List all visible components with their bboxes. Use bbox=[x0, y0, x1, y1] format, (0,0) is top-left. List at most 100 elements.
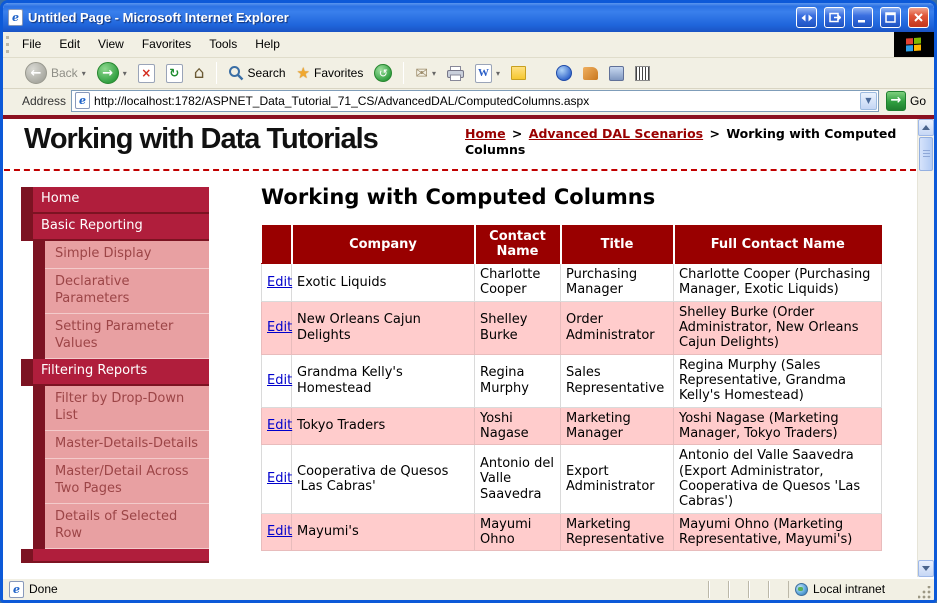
table-row: Edit New Orleans Cajun Delights Shelley … bbox=[261, 300, 882, 355]
forward-button[interactable]: → ▾ bbox=[94, 60, 130, 86]
menu-edit[interactable]: Edit bbox=[50, 32, 89, 57]
edit-link[interactable]: Edit bbox=[267, 275, 292, 290]
scroll-up-button[interactable] bbox=[918, 119, 934, 136]
sidebar-strip bbox=[33, 386, 45, 431]
stop-button[interactable]: × bbox=[135, 62, 158, 85]
title-cell: Marketing Representative bbox=[560, 512, 674, 552]
discuss-note-icon bbox=[510, 66, 526, 80]
menu-file[interactable]: File bbox=[13, 32, 50, 57]
menu-favorites[interactable]: Favorites bbox=[133, 32, 200, 57]
scroll-track[interactable] bbox=[918, 172, 934, 560]
edit-link[interactable]: Edit bbox=[267, 418, 292, 433]
search-button[interactable]: Search bbox=[225, 63, 289, 83]
address-input[interactable] bbox=[94, 93, 856, 108]
resize-horizontal-button[interactable] bbox=[796, 7, 817, 28]
full-contact-cell: Charlotte Cooper (Purchasing Manager, Ex… bbox=[673, 263, 882, 302]
table-header-row: Company Contact Name Title Full Contact … bbox=[261, 225, 882, 264]
breadcrumb-home-link[interactable]: Home bbox=[465, 126, 506, 141]
snagit-icon bbox=[582, 66, 598, 80]
messenger-button[interactable] bbox=[553, 63, 575, 83]
popout-button[interactable] bbox=[824, 7, 845, 28]
scroll-down-button[interactable] bbox=[918, 560, 934, 577]
forward-dropdown-icon[interactable]: ▾ bbox=[123, 69, 127, 78]
back-dropdown-icon[interactable]: ▾ bbox=[82, 69, 86, 78]
vertical-scrollbar[interactable] bbox=[917, 119, 934, 577]
resize-grip[interactable] bbox=[918, 586, 931, 599]
edit-link[interactable]: Edit bbox=[267, 471, 292, 486]
title-cell: Export Administrator bbox=[560, 444, 674, 514]
favorites-star-icon: ★ bbox=[296, 64, 310, 82]
web-page: Working with Data Tutorials Home > Advan… bbox=[3, 119, 917, 577]
edit-link[interactable]: Edit bbox=[267, 373, 292, 388]
menu-tools[interactable]: Tools bbox=[200, 32, 246, 57]
refresh-button[interactable]: ↻ bbox=[163, 62, 186, 85]
back-button[interactable]: ← Back ▾ bbox=[22, 60, 89, 86]
menu-view[interactable]: View bbox=[89, 32, 133, 57]
sidebar-item-filtering-reports[interactable]: Filtering Reports bbox=[21, 359, 209, 386]
minimize-button[interactable] bbox=[852, 7, 873, 28]
edit-link[interactable]: Edit bbox=[267, 320, 292, 335]
sidebar-item-master-detail-across-two-pages[interactable]: Master/Detail Across Two Pages bbox=[33, 459, 209, 504]
home-icon: ⌂ bbox=[193, 63, 205, 83]
sidebar-nav: Home Basic Reporting Simple Display Decl… bbox=[21, 187, 209, 563]
quick-links-button[interactable] bbox=[632, 64, 653, 83]
sidebar-item-simple-display[interactable]: Simple Display bbox=[33, 241, 209, 269]
company-cell: Cooperativa de Quesos 'Las Cabras' bbox=[291, 444, 475, 514]
sidebar-item-filter-by-dropdown-list[interactable]: Filter by Drop-Down List bbox=[33, 386, 209, 431]
sidebar-item-master-details-details[interactable]: Master-Details-Details bbox=[33, 431, 209, 459]
research-button[interactable] bbox=[606, 64, 627, 83]
address-dropdown-button[interactable]: ▼ bbox=[859, 91, 877, 110]
company-cell: Mayumi's bbox=[291, 512, 475, 552]
home-button[interactable]: ⌂ bbox=[191, 61, 208, 85]
sidebar-item-basic-reporting[interactable]: Basic Reporting bbox=[21, 214, 209, 241]
title-cell: Marketing Manager bbox=[560, 406, 674, 446]
title-cell: Purchasing Manager bbox=[560, 263, 674, 302]
site-title: Working with Data Tutorials bbox=[24, 123, 379, 155]
menu-help[interactable]: Help bbox=[246, 32, 289, 57]
sidebar-item-clipped[interactable] bbox=[21, 549, 209, 563]
print-button[interactable] bbox=[444, 64, 467, 83]
globe-icon bbox=[795, 582, 808, 596]
sidebar-item-setting-parameter-values[interactable]: Setting Parameter Values bbox=[33, 314, 209, 359]
table-row: Edit Cooperativa de Quesos 'Las Cabras' … bbox=[261, 444, 882, 514]
research-icon bbox=[608, 65, 624, 81]
edit-with-word-button[interactable]: W ▾ bbox=[472, 62, 503, 85]
table-row: Edit Tokyo Traders Yoshi Nagase Marketin… bbox=[261, 406, 882, 446]
titlebar[interactable]: e Untitled Page - Microsoft Internet Exp… bbox=[3, 3, 934, 32]
search-icon bbox=[228, 66, 243, 81]
sidebar-item-home[interactable]: Home bbox=[21, 187, 209, 214]
breadcrumb-section-link[interactable]: Advanced DAL Scenarios bbox=[529, 126, 703, 141]
back-icon: ← bbox=[25, 62, 47, 84]
status-page-icon: e bbox=[9, 580, 24, 598]
sidebar-tab bbox=[21, 214, 33, 241]
sidebar-tab bbox=[21, 187, 33, 214]
discuss-button[interactable] bbox=[508, 64, 529, 82]
edit-column-header bbox=[261, 225, 293, 264]
snagit-button[interactable] bbox=[580, 65, 601, 82]
scroll-thumb[interactable] bbox=[919, 137, 933, 171]
sidebar-item-declarative-parameters[interactable]: Declarative Parameters bbox=[33, 269, 209, 314]
address-field: e ▼ bbox=[71, 89, 879, 112]
close-icon bbox=[914, 13, 923, 22]
mail-button[interactable]: ✉ ▾ bbox=[412, 62, 439, 84]
go-button[interactable]: → Go bbox=[884, 90, 931, 111]
full-contact-cell: Regina Murphy (Sales Representative, Gra… bbox=[673, 353, 882, 408]
edit-link[interactable]: Edit bbox=[267, 524, 292, 539]
menubar-grip[interactable] bbox=[6, 36, 11, 53]
chevron-down-icon: ▼ bbox=[865, 96, 872, 105]
edit-dropdown-icon[interactable]: ▾ bbox=[496, 69, 500, 78]
status-pane bbox=[768, 580, 788, 598]
close-button[interactable] bbox=[908, 7, 929, 28]
maximize-button[interactable] bbox=[880, 7, 901, 28]
contact-cell: Mayumi Ohno bbox=[474, 512, 561, 552]
history-button[interactable]: ↺ bbox=[371, 62, 395, 84]
print-icon bbox=[446, 65, 464, 81]
page-body: Home Basic Reporting Simple Display Decl… bbox=[3, 171, 917, 577]
favorites-button[interactable]: ★ Favorites bbox=[294, 62, 367, 84]
scroll-down-icon bbox=[922, 566, 930, 571]
full-contact-cell: Antonio del Valle Saavedra (Export Admin… bbox=[673, 444, 882, 514]
status-text: Done bbox=[29, 582, 58, 596]
site-masthead: Working with Data Tutorials Home > Advan… bbox=[3, 119, 917, 169]
mail-dropdown-icon[interactable]: ▾ bbox=[432, 69, 436, 78]
sidebar-item-details-of-selected-row[interactable]: Details of Selected Row bbox=[33, 504, 209, 549]
